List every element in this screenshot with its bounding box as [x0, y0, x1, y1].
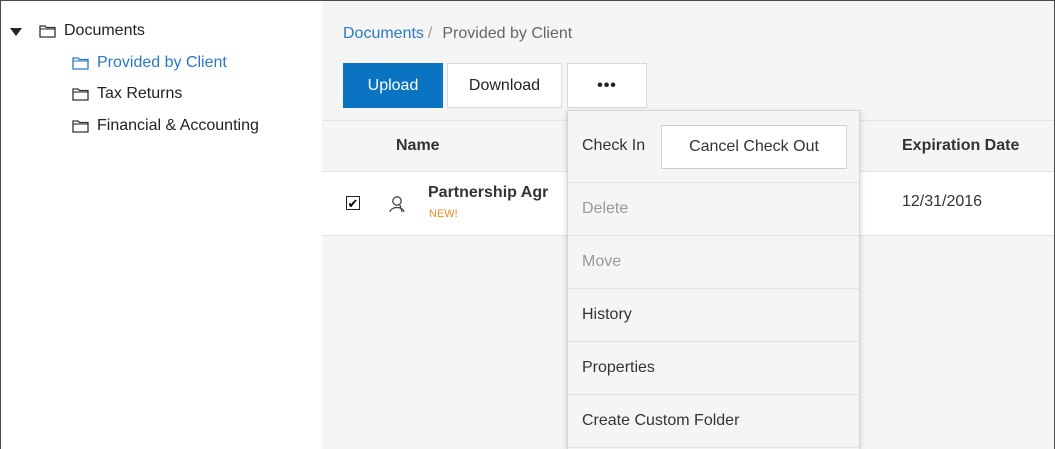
- folder-icon: [72, 119, 89, 133]
- folder-icon: [72, 87, 89, 101]
- tree-item-label: Documents: [64, 22, 145, 39]
- folder-icon: [72, 56, 89, 70]
- download-button[interactable]: Download: [447, 63, 562, 108]
- folder-tree: Documents Provided by Client Tax Returns…: [1, 1, 321, 449]
- upload-button[interactable]: Upload: [343, 63, 443, 108]
- breadcrumb-current: Provided by Client: [442, 25, 573, 42]
- row-checkbox[interactable]: ✔: [346, 196, 360, 210]
- expiration-date: 12/31/2016: [902, 193, 983, 210]
- column-header-name[interactable]: Name: [396, 137, 440, 155]
- tree-item-label: Tax Returns: [97, 85, 183, 102]
- cancel-check-out-button[interactable]: Cancel Check Out: [661, 125, 847, 169]
- tree-item-tax-returns[interactable]: Tax Returns: [72, 82, 182, 106]
- menu-row-checkin: Check In Cancel Check Out: [568, 111, 859, 183]
- breadcrumb-separator: /: [427, 25, 433, 42]
- check-in-menu-item[interactable]: Check In: [582, 137, 645, 155]
- caret-down-icon[interactable]: [10, 28, 22, 36]
- tree-item-label: Financial & Accounting: [97, 117, 259, 134]
- move-menu-item[interactable]: Move: [568, 236, 859, 289]
- new-badge: NEW!: [429, 208, 458, 220]
- delete-menu-item[interactable]: Delete: [568, 183, 859, 236]
- folder-icon: [39, 24, 56, 38]
- more-actions-menu: Check In Cancel Check Out Delete Move Hi…: [567, 110, 860, 449]
- checkmark-icon: ✔: [347, 195, 359, 211]
- tree-item-documents[interactable]: Documents: [39, 19, 145, 43]
- column-header-expiration[interactable]: Expiration Date: [902, 137, 1019, 155]
- breadcrumb: Documents / Provided by Client: [343, 25, 572, 43]
- history-menu-item[interactable]: History: [568, 289, 859, 342]
- tree-item-provided-by-client[interactable]: Provided by Client: [72, 51, 227, 75]
- more-actions-button[interactable]: •••: [567, 63, 647, 108]
- create-custom-folder-menu-item[interactable]: Create Custom Folder: [568, 395, 859, 448]
- breadcrumb-link-documents[interactable]: Documents: [343, 25, 424, 43]
- person-icon: [388, 194, 408, 219]
- properties-menu-item[interactable]: Properties: [568, 342, 859, 395]
- tree-item-label: Provided by Client: [97, 54, 227, 71]
- document-name-link[interactable]: Partnership Agr: [428, 184, 548, 202]
- tree-item-financial-accounting[interactable]: Financial & Accounting: [72, 114, 259, 138]
